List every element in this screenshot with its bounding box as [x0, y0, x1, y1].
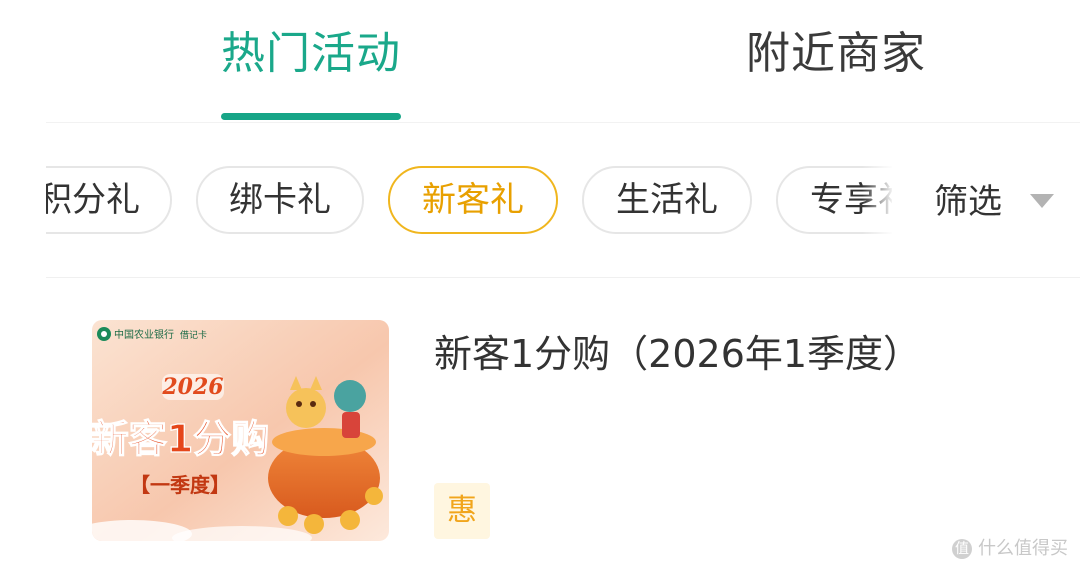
category-chip-row[interactable]: 积分礼 绑卡礼 新客礼 生活礼 专享礼 [46, 160, 892, 244]
banner-headline: 新客1分购 [92, 417, 269, 461]
tab-hot-activities[interactable]: 热门活动 [220, 24, 402, 84]
discount-badge: 惠 [434, 483, 490, 539]
banner-bank-name: 中国农业银行 [114, 328, 174, 341]
banner-period: 【一季度】 [130, 473, 230, 497]
activity-card[interactable]: 中国农业银行 借记卡 2026 新客1分购 【一季度】 新客1分购（2026年1… [0, 278, 1080, 571]
watermark-text: 什么值得买 [978, 538, 1068, 559]
chip-row-fade [862, 150, 902, 250]
chip-points-gift[interactable]: 积分礼 [46, 166, 172, 234]
banner-card-tag: 借记卡 [180, 329, 207, 340]
tabs-divider [46, 122, 1080, 123]
activity-title: 新客1分购（2026年1季度） [434, 332, 922, 376]
watermark-logo-icon: 值 [952, 539, 972, 559]
watermark: 值什么值得买 [952, 537, 1068, 561]
tab-bar: 热门活动 附近商家 [0, 0, 1080, 122]
chip-bind-card-gift[interactable]: 绑卡礼 [196, 166, 364, 234]
filter-label: 筛选 [934, 182, 1002, 222]
chip-new-customer-gift[interactable]: 新客礼 [388, 166, 558, 234]
banner-year: 2026 [161, 374, 223, 400]
activity-banner-image: 中国农业银行 借记卡 2026 新客1分购 【一季度】 [92, 320, 389, 541]
chip-life-gift[interactable]: 生活礼 [582, 166, 752, 234]
filter-button[interactable]: 筛选 [934, 176, 1064, 228]
tab-nearby-merchants[interactable]: 附近商家 [746, 24, 926, 84]
triangle-down-icon [1030, 194, 1054, 208]
active-tab-indicator [221, 113, 401, 120]
